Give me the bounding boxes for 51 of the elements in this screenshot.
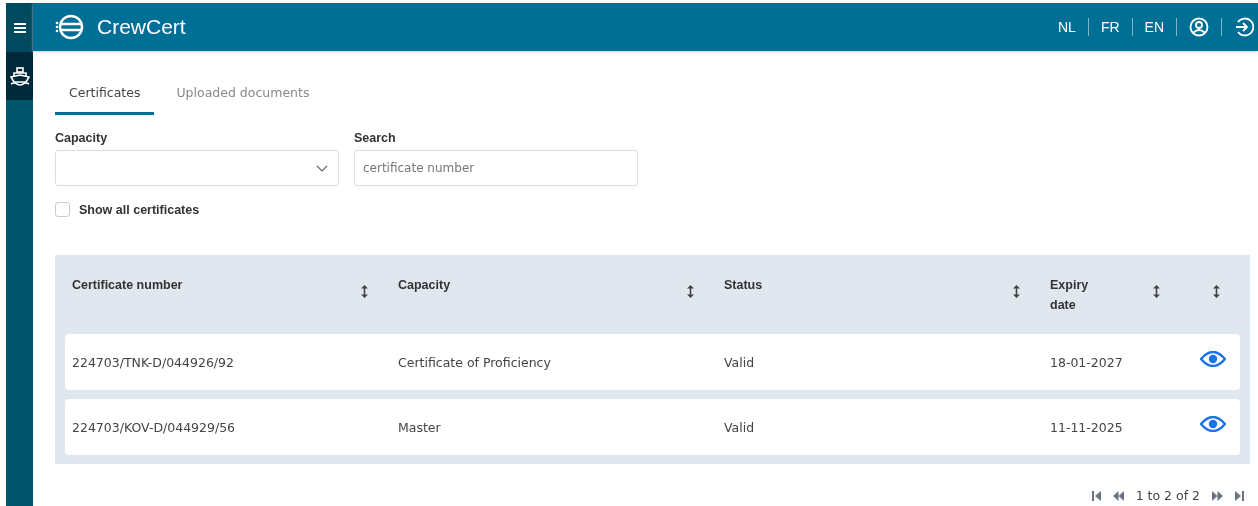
first-page-button[interactable] [1091,490,1101,501]
table-cell-text: 224703/KOV-D/044929/56 [72,419,237,435]
language-link[interactable]: FR [1100,19,1120,35]
sort-icon[interactable] [687,285,694,298]
previous-page-button[interactable] [1112,490,1124,501]
user-icon [1189,17,1209,37]
view-button[interactable] [1200,351,1226,367]
last-page-icon [1235,490,1244,501]
checkbox[interactable] [55,202,70,217]
table-cell-text: Certificate of Proficiency [398,354,552,370]
sort-icon[interactable] [1013,285,1020,298]
language-link[interactable]: NL [1057,19,1076,35]
rewind-icon [1112,490,1124,501]
menu-button[interactable] [6,3,33,52]
search-field[interactable]: certificate number [354,150,638,186]
pagination-text: 1 to 2 of 2 [1135,488,1200,503]
tab[interactable]: Uploaded documents [162,79,324,115]
field-label: Search [354,131,397,145]
table-cell-text: Valid [724,419,756,435]
ship-icon [9,66,30,86]
chevron-down-icon [316,164,328,172]
view-button[interactable] [1200,416,1226,432]
table-cell-text: 224703/TNK-D/044926/92 [72,354,235,370]
table-cell-text: Valid [724,354,756,370]
first-page-icon [1091,490,1101,501]
column-header: Status [724,277,763,294]
logout-button[interactable] [1234,17,1254,37]
sort-icon[interactable] [361,285,368,298]
logout-icon [1234,17,1254,37]
sidebar-item[interactable] [6,52,33,100]
tab[interactable]: Certificates [55,79,155,115]
column-header: Certificate number [72,277,183,294]
table-cell-text: Master [398,419,442,435]
column-header: Expiry date [1050,277,1090,314]
account-button[interactable] [1189,17,1209,37]
table-cell-text: 11-11-2025 [1050,419,1124,435]
field-label: Capacity [55,131,109,145]
language-link[interactable]: EN [1144,19,1164,35]
app-title: CrewCert [97,15,186,39]
logo-icon [55,13,85,41]
sort-icon[interactable] [1153,285,1160,298]
last-page-button[interactable] [1235,490,1244,501]
sort-icon[interactable] [1213,285,1220,298]
column-header: Capacity [398,277,451,294]
next-page-button[interactable] [1212,490,1223,501]
checkbox-label: Show all certificates [79,202,200,217]
table-cell-text: 18-01-2027 [1050,354,1124,370]
fast-forward-icon [1212,490,1223,501]
eye-icon [1200,351,1226,367]
eye-icon [1200,416,1226,432]
menu-icon [13,22,26,33]
